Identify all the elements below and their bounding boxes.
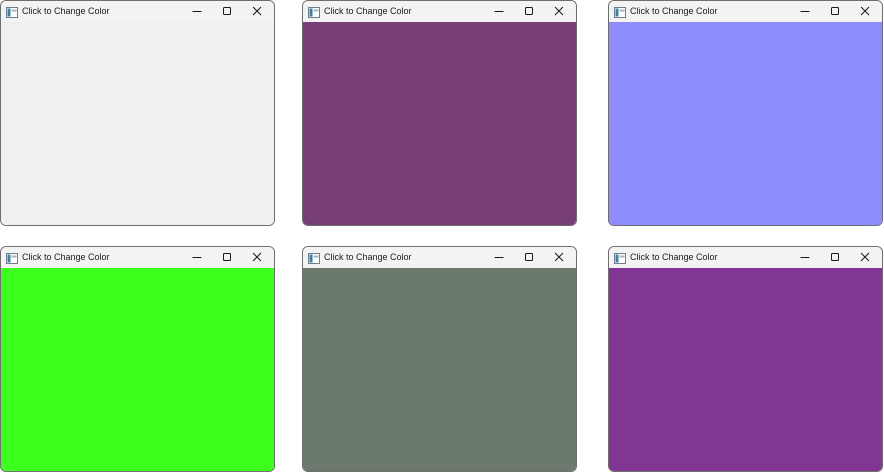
close-icon <box>554 6 564 16</box>
window-title: Click to Change Color <box>22 252 110 262</box>
title-bar[interactable]: Click to Change Color <box>1 247 274 268</box>
close-button[interactable] <box>544 1 574 22</box>
minimize-icon <box>494 257 504 258</box>
window-title: Click to Change Color <box>324 6 412 16</box>
window-title: Click to Change Color <box>630 6 718 16</box>
close-button[interactable] <box>242 247 272 268</box>
minimize-icon <box>494 11 504 12</box>
app-window-icon <box>614 251 626 264</box>
maximize-button[interactable] <box>212 247 242 268</box>
maximize-button[interactable] <box>820 1 850 22</box>
color-panel[interactable] <box>609 22 882 225</box>
title-bar[interactable]: Click to Change Color <box>1 1 274 22</box>
window-6[interactable]: Click to Change Color <box>608 246 883 472</box>
minimize-icon <box>192 257 202 258</box>
minimize-button[interactable] <box>484 247 514 268</box>
color-panel[interactable] <box>1 22 274 225</box>
title-bar[interactable]: Click to Change Color <box>303 247 576 268</box>
app-window-icon <box>6 251 18 264</box>
close-icon <box>860 252 870 262</box>
window-2[interactable]: Click to Change Color <box>302 0 577 226</box>
window-title: Click to Change Color <box>22 6 110 16</box>
maximize-button[interactable] <box>820 247 850 268</box>
window-5[interactable]: Click to Change Color <box>302 246 577 472</box>
maximize-button[interactable] <box>514 1 544 22</box>
title-bar[interactable]: Click to Change Color <box>303 1 576 22</box>
minimize-button[interactable] <box>484 1 514 22</box>
window-4[interactable]: Click to Change Color <box>0 246 275 472</box>
maximize-icon <box>223 7 231 15</box>
minimize-button[interactable] <box>790 247 820 268</box>
minimize-icon <box>800 11 810 12</box>
app-window-icon <box>614 5 626 18</box>
maximize-icon <box>525 253 533 261</box>
minimize-button[interactable] <box>182 1 212 22</box>
maximize-icon <box>831 253 839 261</box>
app-window-icon <box>308 251 320 264</box>
maximize-button[interactable] <box>212 1 242 22</box>
close-icon <box>860 6 870 16</box>
window-title: Click to Change Color <box>630 252 718 262</box>
close-icon <box>554 252 564 262</box>
minimize-icon <box>192 11 202 12</box>
title-bar[interactable]: Click to Change Color <box>609 247 882 268</box>
window-3[interactable]: Click to Change Color <box>608 0 883 226</box>
close-button[interactable] <box>850 1 880 22</box>
window-1[interactable]: Click to Change Color <box>0 0 275 226</box>
minimize-button[interactable] <box>790 1 820 22</box>
close-icon <box>252 6 262 16</box>
close-button[interactable] <box>242 1 272 22</box>
maximize-icon <box>831 7 839 15</box>
maximize-icon <box>525 7 533 15</box>
close-button[interactable] <box>544 247 574 268</box>
color-panel[interactable] <box>1 268 274 471</box>
minimize-button[interactable] <box>182 247 212 268</box>
window-title: Click to Change Color <box>324 252 412 262</box>
close-icon <box>252 252 262 262</box>
color-panel[interactable] <box>303 268 576 471</box>
close-button[interactable] <box>850 247 880 268</box>
maximize-button[interactable] <box>514 247 544 268</box>
app-window-icon <box>308 5 320 18</box>
color-panel[interactable] <box>303 22 576 225</box>
color-panel[interactable] <box>609 268 882 471</box>
app-window-icon <box>6 5 18 18</box>
title-bar[interactable]: Click to Change Color <box>609 1 882 22</box>
minimize-icon <box>800 257 810 258</box>
maximize-icon <box>223 253 231 261</box>
